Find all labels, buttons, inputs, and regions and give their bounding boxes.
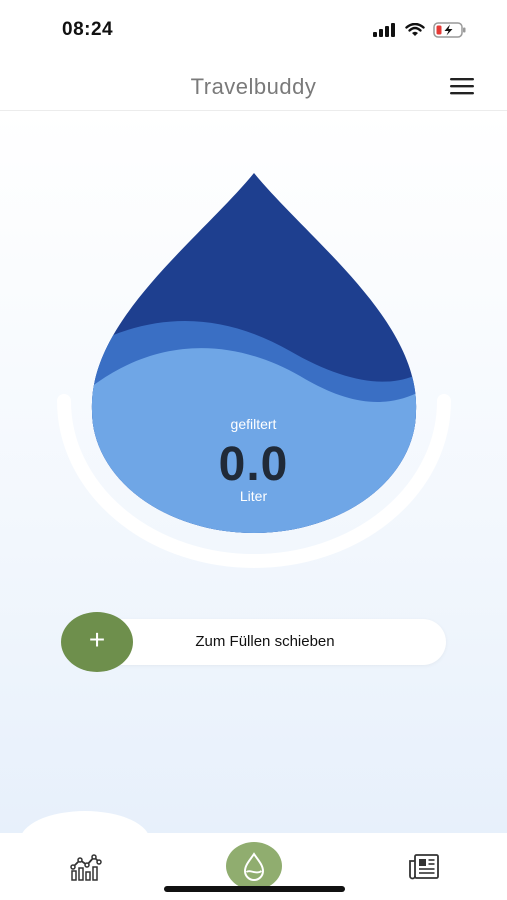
statistics-chart-icon <box>70 854 102 881</box>
tab-water[interactable] <box>226 842 282 890</box>
tab-news[interactable] <box>408 853 440 881</box>
wifi-icon <box>405 23 425 36</box>
battery-charging-icon <box>433 22 466 38</box>
hamburger-menu-icon[interactable] <box>449 76 475 96</box>
plus-icon: + <box>88 624 106 655</box>
fill-slider-label: Zum Füllen schieben <box>195 633 335 650</box>
home-indicator <box>164 886 345 892</box>
main-content: gefiltert 0.0 Liter Zum Füllen schieben … <box>0 111 507 833</box>
decorative-wave <box>20 811 150 833</box>
status-time: 08:24 <box>62 19 114 40</box>
water-gauge: gefiltert 0.0 Liter <box>0 111 507 581</box>
app-header: Travelbuddy <box>0 62 507 111</box>
app-title: Travelbuddy <box>190 74 317 99</box>
gauge-label: gefiltert <box>230 416 277 432</box>
signal-icon <box>373 23 395 37</box>
status-bar: 08:24 <box>0 0 507 62</box>
water-drop-graphic <box>57 173 451 568</box>
status-icons <box>373 22 467 38</box>
fill-slider-knob[interactable]: + <box>61 612 133 672</box>
water-drop-icon <box>243 852 265 881</box>
tab-statistics[interactable] <box>70 853 102 881</box>
gauge-value: 0.0 <box>218 438 289 491</box>
newspaper-icon <box>409 854 439 880</box>
gauge-unit: Liter <box>239 488 268 504</box>
